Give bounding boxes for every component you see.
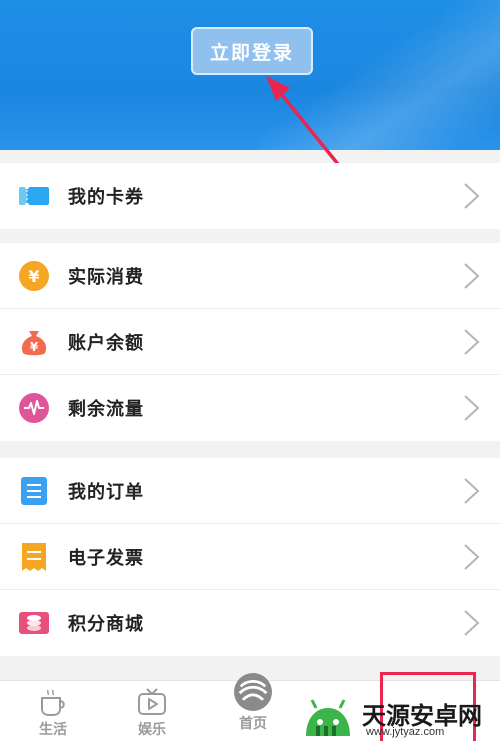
yen-coin-icon: ¥ [19, 260, 49, 291]
tab-label: 娱乐 [138, 722, 166, 738]
chevron-right-icon [464, 395, 480, 421]
tab-entertainment[interactable]: 娱乐 [102, 681, 202, 742]
menu-item-points-mall[interactable]: 积分商城 [0, 590, 500, 656]
pulse-icon [19, 393, 49, 423]
profile-header: 立即登录 [0, 0, 500, 150]
chevron-right-icon [464, 183, 480, 209]
menu-item-my-coupons[interactable]: 我的卡券 [0, 163, 500, 229]
watermark-text: 天源安卓网 [362, 701, 482, 730]
menu-item-label: 我的卡券 [68, 187, 144, 208]
login-button[interactable]: 立即登录 [191, 27, 313, 75]
tab-life[interactable]: 生活 [3, 681, 103, 742]
tv-play-icon [138, 688, 166, 715]
coffee-cup-icon [41, 689, 65, 716]
chevron-right-icon [464, 328, 480, 355]
menu-item-actual-spending[interactable]: ¥ 实际消费 [0, 243, 500, 309]
android-robot-logo-icon [306, 698, 350, 736]
china-mobile-logo-icon [234, 673, 272, 711]
menu-item-e-invoice[interactable]: 电子发票 [0, 524, 500, 590]
svg-text:¥: ¥ [30, 340, 39, 354]
order-list-icon [21, 476, 47, 505]
invoice-icon [22, 542, 46, 571]
menu-item-label: 剩余流量 [68, 399, 144, 420]
menu-item-label: 账户余额 [68, 332, 144, 354]
chevron-right-icon [464, 477, 480, 504]
svg-text:¥: ¥ [28, 267, 39, 286]
watermark-url: www.jytyaz.com [366, 726, 445, 738]
menu-item-account-balance[interactable]: ¥ 账户余额 [0, 309, 500, 375]
chevron-right-icon [464, 262, 480, 289]
tab-label: 首页 [239, 716, 267, 732]
site-watermark: 天源安卓网 www.jytyaz.com [300, 690, 500, 741]
menu-item-remaining-data[interactable]: 剩余流量 [0, 375, 500, 441]
ticket-icon [19, 185, 49, 207]
menu-group-orders: 我的订单 电子发票 积分商城 [0, 458, 500, 656]
tab-label: 生活 [39, 722, 67, 738]
menu-item-label: 积分商城 [68, 614, 144, 635]
points-coins-icon [19, 612, 49, 634]
money-bag-icon: ¥ [21, 330, 47, 355]
menu-group-coupons: 我的卡券 [0, 163, 500, 229]
chevron-right-icon [464, 610, 480, 636]
menu-item-my-orders[interactable]: 我的订单 [0, 458, 500, 524]
menu-item-label: 电子发票 [68, 547, 144, 569]
chevron-right-icon [464, 543, 480, 570]
tab-home[interactable]: 首页 [203, 673, 303, 742]
menu-group-account: ¥ 实际消费 ¥ 账户余额 剩余流量 [0, 243, 500, 441]
menu-item-label: 实际消费 [68, 266, 144, 288]
header-decoration [253, 0, 500, 150]
menu-item-label: 我的订单 [68, 481, 144, 503]
